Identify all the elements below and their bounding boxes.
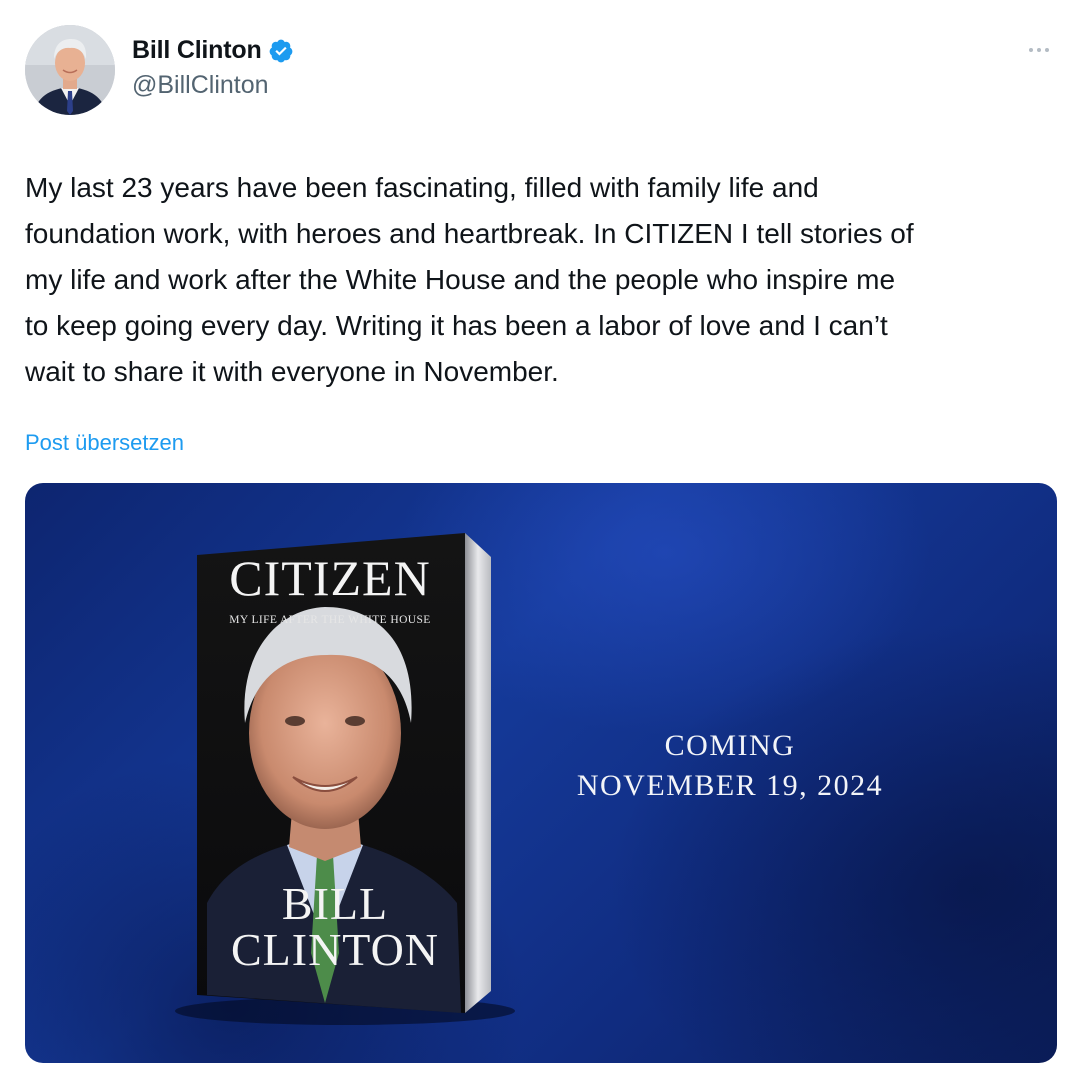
- name-row: Bill Clinton: [132, 36, 294, 65]
- author-info: Bill Clinton @BillClinton: [132, 36, 294, 100]
- more-dot: [1037, 48, 1041, 52]
- announcement-line: COMING: [664, 729, 796, 762]
- more-dot: [1045, 48, 1049, 52]
- translate-link[interactable]: Post übersetzen: [25, 430, 184, 456]
- announcement-date: NOVEMBER 19, 2024: [576, 769, 884, 802]
- more-options-icon[interactable]: [1024, 40, 1054, 60]
- more-dot: [1029, 48, 1033, 52]
- tweet: Bill Clinton @BillClinton My last 23 yea…: [0, 0, 1080, 1084]
- author-name[interactable]: Bill Clinton: [132, 36, 262, 65]
- book-subtitle: MY LIFE AFTER THE WHITE HOUSE: [229, 614, 431, 626]
- verified-badge-icon: [268, 38, 294, 64]
- avatar[interactable]: [25, 25, 115, 115]
- book-title: CITIZEN: [229, 550, 431, 606]
- book-author-line: BILL: [281, 878, 389, 929]
- post-text: My last 23 years have been fascinating, …: [25, 172, 914, 387]
- book-author-line: CLINTON: [230, 924, 440, 975]
- release-announcement: COMING NOVEMBER 19, 2024: [530, 726, 930, 806]
- book-author: BILL CLINTON: [210, 881, 460, 973]
- media-image[interactable]: CITIZEN MY LIFE AFTER THE WHITE HOUSE BI…: [25, 483, 1057, 1063]
- avatar-image: [25, 25, 115, 115]
- author-handle[interactable]: @BillClinton: [132, 71, 294, 100]
